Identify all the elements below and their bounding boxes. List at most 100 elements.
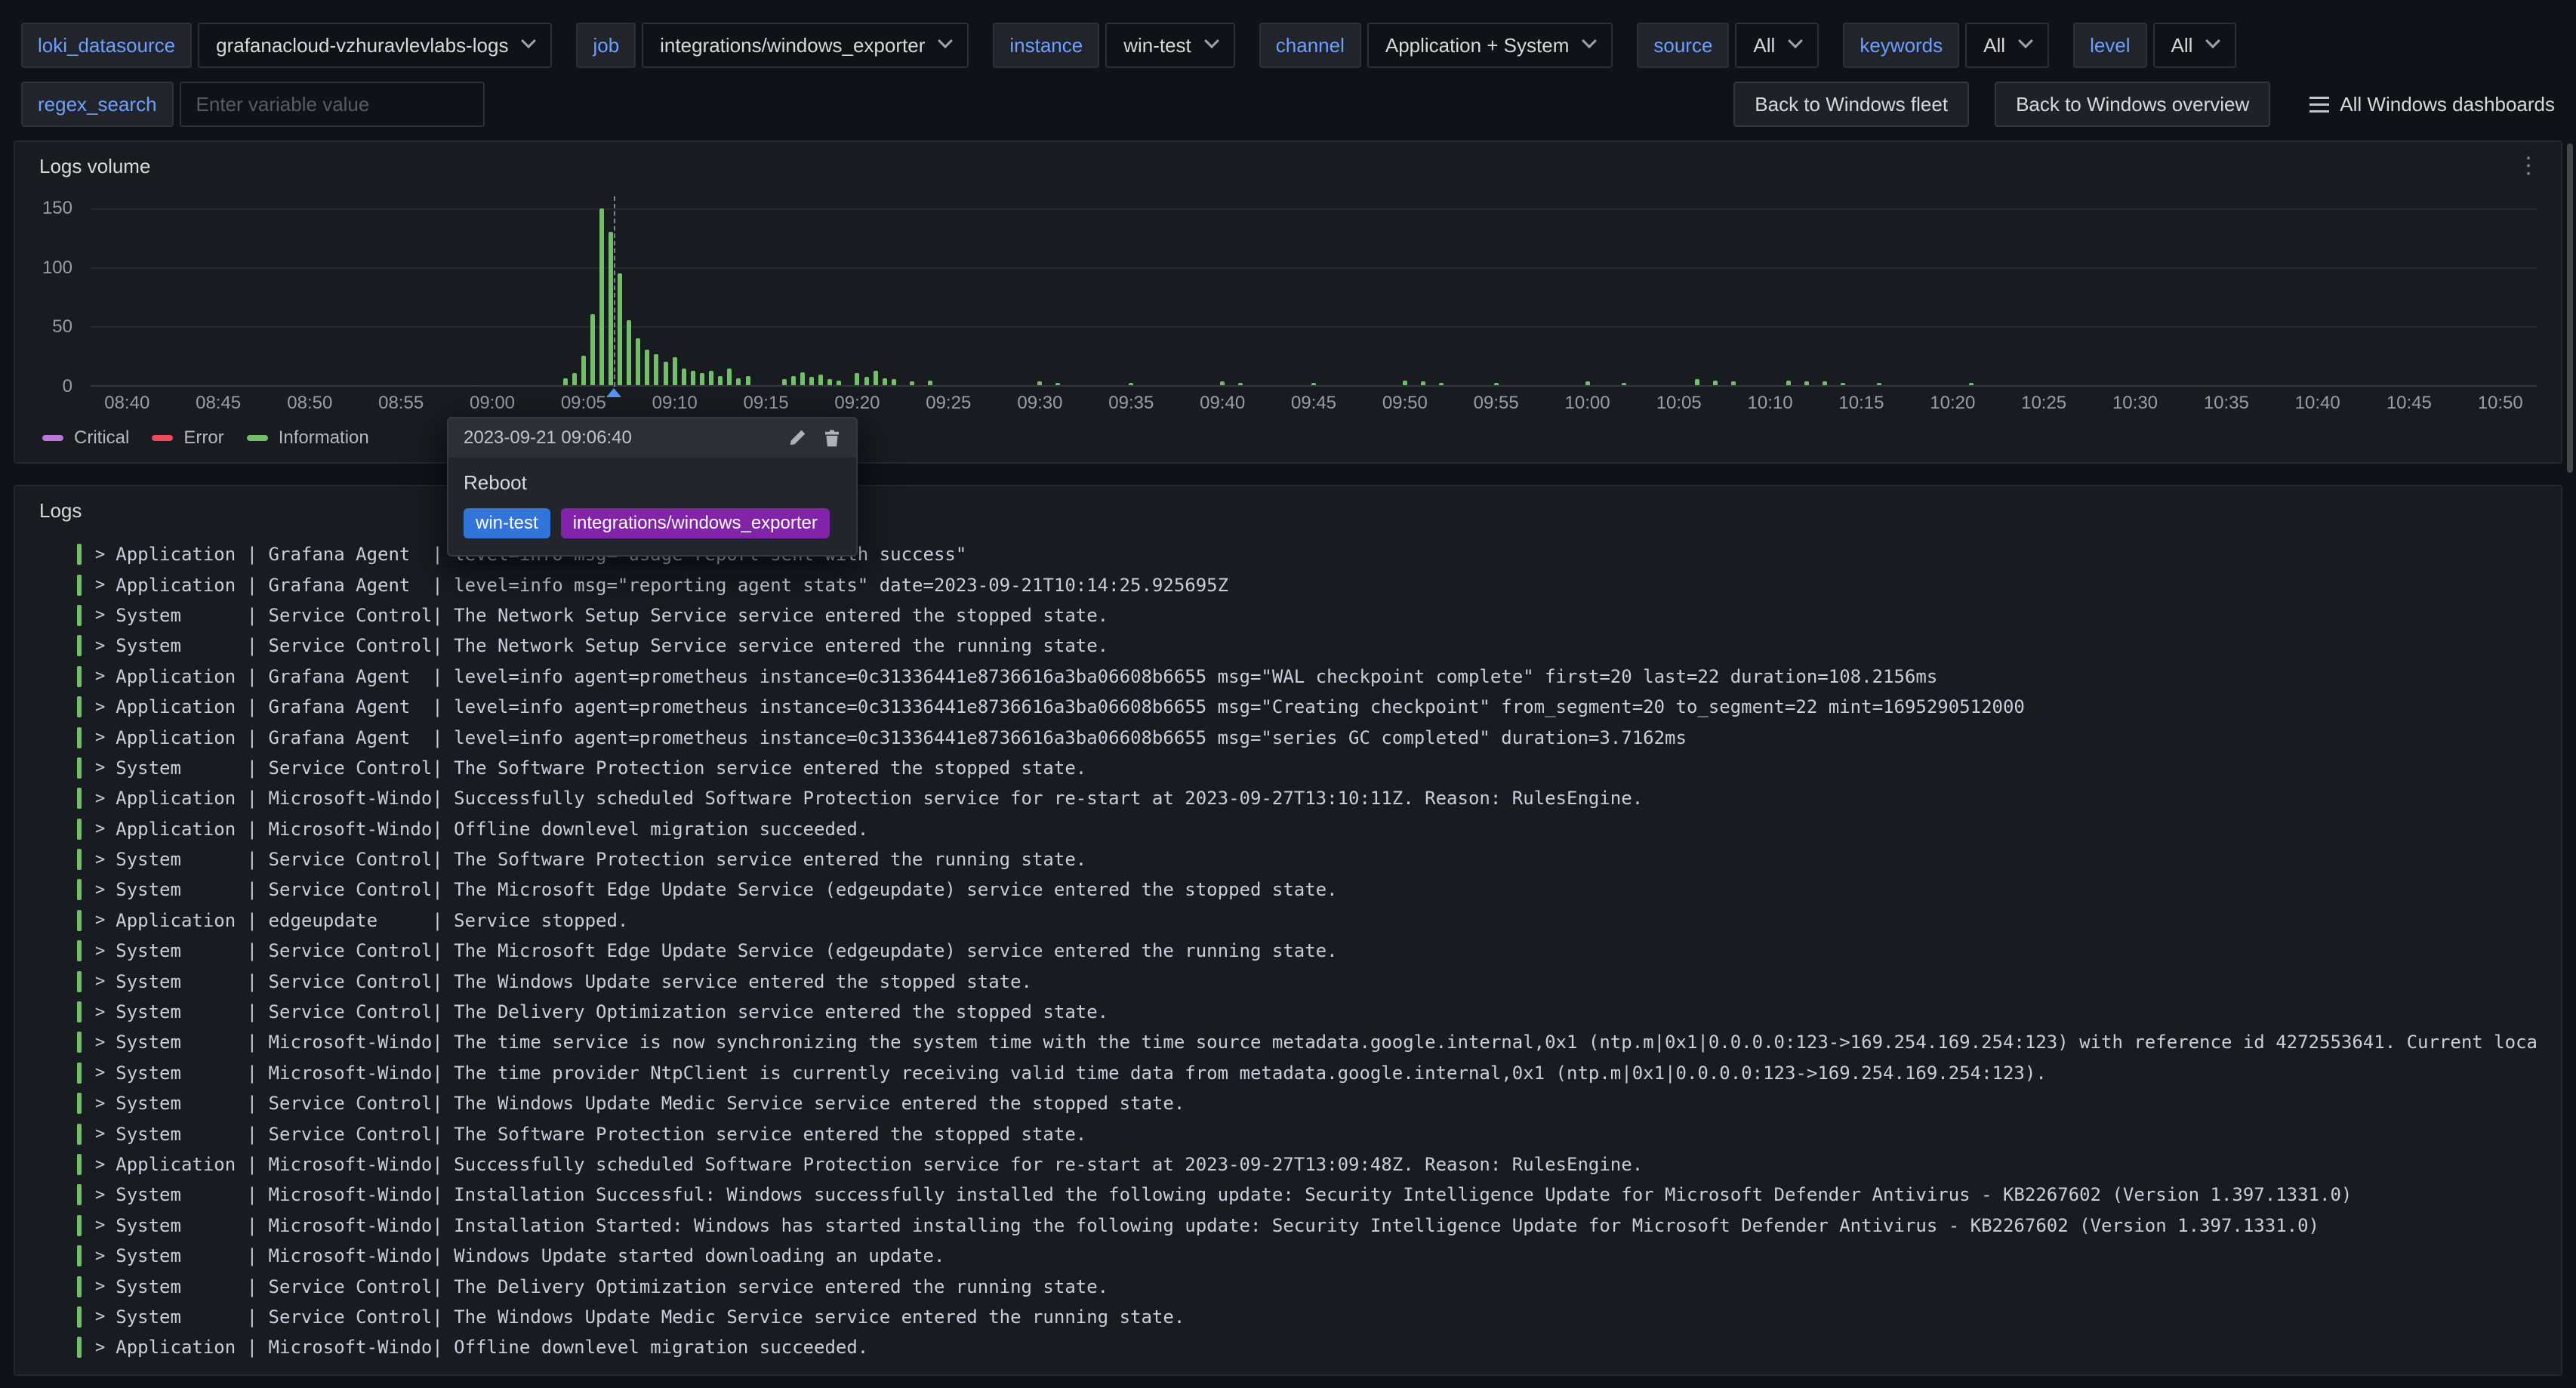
log-row[interactable]: >System | Service Control| The Network S… bbox=[77, 600, 2561, 631]
expand-chevron-icon[interactable]: > bbox=[95, 1033, 105, 1052]
expand-chevron-icon[interactable]: > bbox=[95, 758, 105, 777]
variable-picker-loki_datasource[interactable]: grafanacloud-vzhuravlevlabs-logs bbox=[198, 23, 552, 68]
expand-chevron-icon[interactable]: > bbox=[95, 637, 105, 655]
expand-chevron-icon[interactable]: > bbox=[95, 1155, 105, 1174]
log-row[interactable]: >System | Microsoft-Windo| Windows Updat… bbox=[77, 1241, 2561, 1271]
log-row[interactable]: >System | Microsoft-Windo| The time serv… bbox=[77, 1027, 2561, 1057]
edit-annotation-icon[interactable] bbox=[788, 429, 806, 447]
log-row[interactable]: >System | Service Control| The Software … bbox=[77, 1118, 2561, 1149]
expand-chevron-icon[interactable]: > bbox=[95, 606, 105, 625]
expand-chevron-icon[interactable]: > bbox=[95, 819, 105, 838]
x-tick-label: 10:00 bbox=[1565, 393, 1610, 414]
expand-chevron-icon[interactable]: > bbox=[95, 942, 105, 961]
x-tick-label: 09:50 bbox=[1382, 393, 1428, 414]
log-line-text: Application | Grafana Agent | level=info… bbox=[116, 666, 1937, 687]
panel-title: Logs volume bbox=[39, 155, 150, 178]
log-row[interactable]: >System | Service Control| The Microsoft… bbox=[77, 874, 2561, 905]
variable-picker-level[interactable]: All bbox=[2153, 23, 2237, 68]
volume-bar bbox=[1238, 383, 1243, 385]
expand-chevron-icon[interactable]: > bbox=[95, 1338, 105, 1357]
log-row[interactable]: >System | Service Control| The Windows U… bbox=[77, 1302, 2561, 1332]
log-row[interactable]: >System | Service Control| The Windows U… bbox=[77, 966, 2561, 996]
log-row[interactable]: >Application | Grafana Agent | level=inf… bbox=[77, 692, 2561, 722]
log-row[interactable]: >System | Service Control| The Network S… bbox=[77, 631, 2561, 661]
variable-label-keywords: keywords bbox=[1843, 23, 1959, 68]
log-row[interactable]: >Application | Grafana Agent | level=inf… bbox=[77, 569, 2561, 600]
log-row[interactable]: > Application | Grafana Agent | level=inf… bbox=[77, 662, 2561, 692]
expand-chevron-icon[interactable]: > bbox=[95, 575, 105, 594]
expand-chevron-icon[interactable]: > bbox=[95, 972, 105, 991]
log-row[interactable]: > System | Service Control| The Software … bbox=[77, 753, 2561, 783]
log-row[interactable]: >System | Microsoft-Windo| The time prov… bbox=[77, 1058, 2561, 1088]
log-line-text: System | Service Control| The Software P… bbox=[116, 757, 1086, 779]
gridline bbox=[91, 326, 2537, 328]
expand-chevron-icon[interactable]: > bbox=[95, 911, 105, 930]
legend-item-information[interactable]: Information bbox=[247, 427, 369, 449]
annotation-tag[interactable]: win-test bbox=[464, 508, 550, 538]
variable-label-channel: channel bbox=[1259, 23, 1361, 68]
log-row[interactable]: >System | Microsoft-Windo| Installation … bbox=[77, 1211, 2561, 1241]
volume-bar bbox=[855, 373, 859, 385]
variable-picker-job[interactable]: integrations/windows_exporter bbox=[642, 23, 969, 68]
expand-chevron-icon[interactable]: > bbox=[95, 667, 105, 686]
log-row[interactable]: >Application | Microsoft-Windo| Successf… bbox=[77, 1149, 2561, 1180]
y-tick-label: 0 bbox=[63, 376, 72, 397]
x-tick-label: 10:25 bbox=[2021, 393, 2066, 414]
delete-annotation-icon[interactable] bbox=[823, 429, 841, 447]
expand-chevron-icon[interactable]: > bbox=[95, 1277, 105, 1296]
log-row[interactable]: >System | Service Control| The Delivery … bbox=[77, 997, 2561, 1027]
expand-chevron-icon[interactable]: > bbox=[95, 1216, 105, 1235]
expand-chevron-icon[interactable]: > bbox=[95, 789, 105, 808]
volume-bar bbox=[892, 379, 896, 385]
expand-chevron-icon[interactable]: > bbox=[95, 881, 105, 899]
page-scrollbar-thumb[interactable] bbox=[2567, 143, 2573, 473]
log-row[interactable]: >System | Service Control| The Delivery … bbox=[77, 1271, 2561, 1301]
regex-search-input[interactable] bbox=[180, 82, 485, 127]
x-tick-label: 09:05 bbox=[561, 393, 606, 414]
log-row[interactable]: >Application | Microsoft-Windo| Offline … bbox=[77, 814, 2561, 844]
x-tick-label: 10:10 bbox=[1748, 393, 1793, 414]
x-axis: 08:4008:4508:5008:5509:0009:0509:1009:15… bbox=[91, 393, 2537, 417]
logs-volume-plot bbox=[91, 208, 2537, 387]
legend-label: Critical bbox=[74, 427, 129, 449]
expand-chevron-icon[interactable]: > bbox=[95, 1094, 105, 1113]
variable-picker-instance[interactable]: win-test bbox=[1105, 23, 1235, 68]
expand-chevron-icon[interactable]: > bbox=[95, 728, 105, 747]
log-row[interactable]: >Application | Grafana Agent | level=inf… bbox=[77, 722, 2561, 752]
log-row[interactable]: > System | Service Control| The Software … bbox=[77, 844, 2561, 874]
legend: Critical Error Information bbox=[42, 427, 369, 449]
x-tick-label: 10:40 bbox=[2295, 393, 2340, 414]
panel-menu-icon[interactable]: ⋮ bbox=[2517, 155, 2540, 177]
variable-label-job: job bbox=[576, 23, 636, 68]
volume-bar bbox=[1055, 383, 1060, 385]
legend-item-error[interactable]: Error bbox=[152, 427, 223, 449]
log-row[interactable]: >System | Microsoft-Windo| Installation … bbox=[77, 1180, 2561, 1210]
expand-chevron-icon[interactable]: > bbox=[95, 1247, 105, 1266]
expand-chevron-icon[interactable]: > bbox=[95, 698, 105, 717]
all-windows-dashboards-link[interactable]: All Windows dashboards bbox=[2309, 93, 2555, 116]
log-row[interactable]: >Application | edgeupdate | Service stop… bbox=[77, 905, 2561, 936]
back-to-overview-button[interactable]: Back to Windows overview bbox=[1995, 82, 2270, 127]
variable-picker-source[interactable]: All bbox=[1735, 23, 1819, 68]
volume-bar bbox=[1421, 381, 1425, 385]
expand-chevron-icon[interactable]: > bbox=[95, 1307, 105, 1326]
variable-value: All bbox=[1983, 34, 2005, 57]
log-row[interactable]: >System | Service Control| The Windows U… bbox=[77, 1088, 2561, 1118]
expand-chevron-icon[interactable]: > bbox=[95, 850, 105, 869]
variable-picker-keywords[interactable]: All bbox=[1965, 23, 2049, 68]
log-line-text: System | Service Control| The Software P… bbox=[116, 849, 1086, 870]
annotation-tag[interactable]: integrations/windows_exporter bbox=[561, 508, 830, 538]
expand-chevron-icon[interactable]: > bbox=[95, 545, 105, 564]
log-row[interactable]: >System | Service Control| The Microsoft… bbox=[77, 936, 2561, 966]
expand-chevron-icon[interactable]: > bbox=[95, 1063, 105, 1082]
variable-picker-channel[interactable]: Application + System bbox=[1367, 23, 1613, 68]
expand-chevron-icon[interactable]: > bbox=[95, 1124, 105, 1143]
log-row[interactable]: >Application | Microsoft-Windo| Offline … bbox=[77, 1332, 2561, 1362]
expand-chevron-icon[interactable]: > bbox=[95, 1003, 105, 1022]
back-to-fleet-button[interactable]: Back to Windows fleet bbox=[1733, 82, 1969, 127]
x-tick-label: 10:30 bbox=[2112, 393, 2158, 414]
expand-chevron-icon[interactable]: > bbox=[95, 1186, 105, 1204]
legend-item-critical[interactable]: Critical bbox=[42, 427, 129, 449]
log-row[interactable]: >Application | Microsoft-Windo| Successf… bbox=[77, 783, 2561, 813]
volume-bar bbox=[800, 372, 805, 385]
